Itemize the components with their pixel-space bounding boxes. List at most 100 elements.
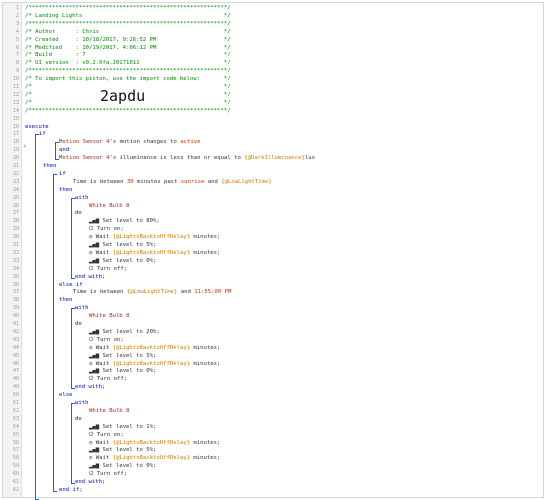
then-keyword[interactable]: then (59, 187, 72, 195)
comment-line[interactable]: /***************************************… (25, 108, 230, 116)
with-keyword[interactable]: with (75, 195, 88, 203)
action-wait[interactable]: ◷ Wait {@LightsBacktoOffDelay} minutes; (89, 440, 220, 448)
comment-line[interactable]: /* Created : 10/18/2017, 9:26:52 PM */ (25, 37, 230, 45)
action-set-level[interactable]: ▂▄▆ Set level to 0%; (89, 463, 156, 471)
action-set-level[interactable]: ▂▄▆ Set level to 5%; (89, 447, 156, 455)
line-number: 43 (12, 336, 19, 343)
action-turn-off[interactable]: ⏻ Turn off; (89, 266, 127, 274)
comment-line[interactable]: /***************************************… (25, 5, 230, 13)
line-number: 54 (12, 423, 19, 430)
line-number: 25 (12, 194, 19, 201)
line-number: 48 (12, 376, 19, 383)
line-number: 7 (15, 52, 19, 59)
line-number: 60 (12, 471, 19, 478)
line-number: 58 (12, 455, 19, 462)
else-if-keyword[interactable]: else if (59, 282, 83, 290)
line-number: 27 (12, 210, 19, 217)
line-number: 10 (12, 76, 19, 83)
action-wait[interactable]: ◷ Wait {@LightsBacktoOffDelay} minutes; (89, 234, 220, 242)
line-number: 11 (12, 84, 19, 90)
do-keyword[interactable]: do (75, 416, 82, 424)
device-name[interactable]: White Bulb 8 (89, 203, 129, 211)
comment-line[interactable]: /* */ (25, 100, 230, 108)
comment-line[interactable]: /* */ (25, 84, 230, 92)
action-turn-off[interactable]: ⏻ Turn off; (89, 471, 127, 479)
action-turn-off[interactable]: ⏻ Turn off; (89, 376, 127, 384)
line-number: 6 (15, 44, 19, 51)
line-number: 13 (12, 99, 19, 106)
line-number: 26 (12, 202, 19, 209)
action-wait[interactable]: ◷ Wait {@LightsBacktoOffDelay} minutes; (89, 345, 220, 353)
line-number: 57 (12, 447, 19, 454)
then-keyword[interactable]: then (43, 163, 56, 171)
comment-line[interactable]: /* Modified : 10/19/2017, 4:06:12 PM */ (25, 45, 230, 53)
with-keyword[interactable]: with (75, 400, 88, 408)
action-set-level[interactable]: ▂▄▆ Set level to 5%; (89, 353, 156, 361)
line-number: 5 (15, 36, 19, 43)
line-number: 59 (12, 463, 19, 470)
line-number: 12 (12, 91, 19, 98)
line-number: 49 (12, 384, 19, 391)
line-number: 32 (12, 249, 19, 256)
action-turn-on[interactable]: ⏻ Turn on; (89, 226, 124, 234)
condition-group-bracket (55, 142, 59, 161)
condition[interactable]: Time is between {@LowLightTime} and 11:5… (73, 289, 231, 297)
with-block-bracket (71, 197, 75, 279)
line-number: 22 (12, 170, 19, 177)
end-with[interactable]: end with; (75, 384, 105, 392)
line-number: 40 (12, 313, 19, 320)
end-with[interactable]: end with; (75, 479, 105, 487)
if-block-bracket (35, 134, 39, 500)
action-turn-on[interactable]: ⏻ Turn on; (89, 432, 124, 440)
line-number: 14 (12, 107, 19, 114)
line-number: 35 (12, 273, 19, 280)
line-number: 55 (12, 431, 19, 438)
end-if[interactable]: end if; (59, 487, 83, 495)
comment-line[interactable]: /* To import this piston, use the import… (25, 76, 230, 84)
end-with[interactable]: end with; (75, 274, 105, 282)
condition[interactable]: Motion Sensor 4's motion changes to acti… (59, 139, 200, 147)
else-keyword[interactable]: else (59, 392, 72, 400)
execute-keyword[interactable]: execute (25, 124, 49, 132)
line-number: 51 (12, 400, 19, 406)
action-turn-on[interactable]: ⏻ Turn on; (89, 337, 124, 345)
line-number: 8 (15, 60, 19, 67)
comment-line[interactable]: /* Landing Lights */ (25, 13, 230, 21)
line-number: 62 (12, 486, 19, 493)
piston-code-viewer: 2apdu › 1 2 3 4 5 6 7 8 9 10 11 12 13 14 15 16 17 18 19 20 2… (2, 2, 544, 500)
comment-line[interactable]: /* */ (25, 92, 230, 100)
line-number: 38 (12, 297, 19, 304)
line-number: 33 (12, 257, 19, 264)
action-set-level[interactable]: ▂▄▆ Set level to 80%; (89, 218, 160, 226)
action-wait[interactable]: ◷ Wait {@LightsBacktoOffDelay} minutes; (89, 455, 220, 463)
condition[interactable]: Time is between 30 minutes past sunrise … (73, 179, 272, 187)
if-keyword[interactable]: if (39, 131, 46, 139)
action-set-level[interactable]: ▂▄▆ Set level to 20%; (89, 329, 160, 337)
then-keyword[interactable]: then (59, 297, 72, 305)
action-set-level[interactable]: ▂▄▆ Set level to 1%; (89, 424, 156, 432)
action-wait[interactable]: ◷ Wait {@LightsBacktoOffDelay} minutes; (89, 361, 220, 369)
condition[interactable]: Motion Sensor 4's illuminance is less th… (59, 155, 315, 163)
breakpoint-icon[interactable]: › (23, 143, 27, 150)
line-number: 41 (12, 321, 19, 327)
line-number: 23 (12, 178, 19, 185)
if-keyword[interactable]: if (59, 171, 66, 179)
do-keyword[interactable]: do (75, 210, 82, 218)
line-number: 42 (12, 328, 19, 335)
action-set-level[interactable]: ▂▄▆ Set level to 5%; (89, 242, 156, 250)
device-name[interactable]: White Bulb 8 (89, 313, 129, 321)
and-keyword[interactable]: and (59, 147, 69, 155)
comment-line[interactable]: /***************************************… (25, 68, 230, 76)
action-set-level[interactable]: ▂▄▆ Set level to 0%; (89, 258, 156, 266)
line-number: 56 (12, 439, 19, 446)
comment-line[interactable]: /* Author : Chris */ (25, 29, 230, 37)
action-wait[interactable]: ◷ Wait {@LightsBacktoOffDelay} minutes; (89, 250, 220, 258)
comment-line[interactable]: /***************************************… (25, 21, 230, 29)
line-number: 16 (12, 123, 19, 130)
comment-line[interactable]: /* UI version : v0.2.0fa.20171011 */ (25, 60, 230, 68)
line-number: 3 (15, 20, 19, 27)
with-keyword[interactable]: with (75, 305, 88, 313)
comment-line[interactable]: /* Build : 7 */ (25, 52, 230, 60)
do-keyword[interactable]: do (75, 321, 82, 329)
device-name[interactable]: White Bulb 8 (89, 408, 129, 416)
